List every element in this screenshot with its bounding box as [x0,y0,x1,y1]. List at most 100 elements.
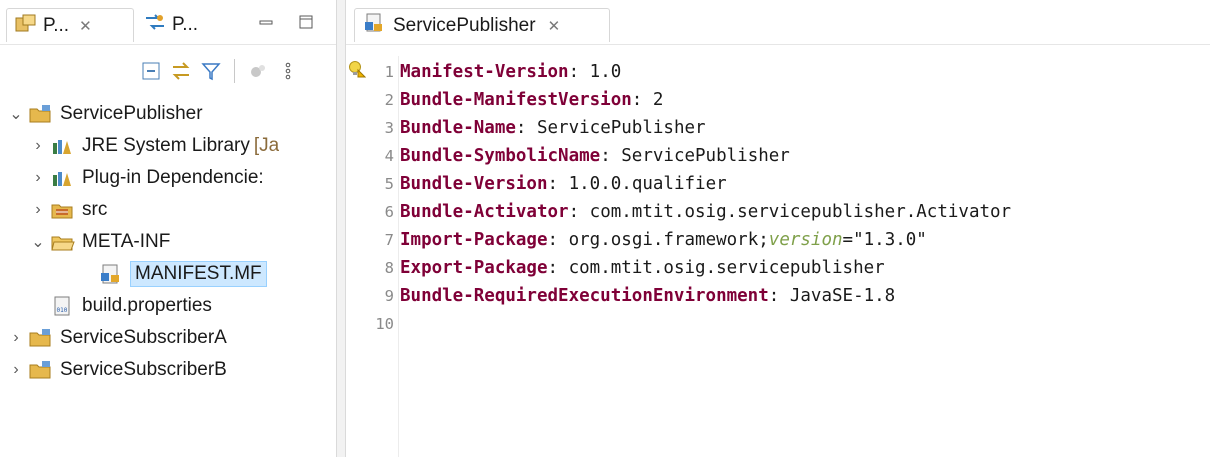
close-icon[interactable]: ✕ [548,17,561,35]
library-icon [50,135,76,157]
tree-item-decoration: [Ja [253,135,280,156]
code-line: 2 Bundle-ManifestVersion: 2 [368,88,1210,112]
minimize-icon[interactable] [256,14,276,34]
chevron-down-icon[interactable]: ⌄ [30,232,46,252]
chevron-right-icon[interactable]: › [8,329,24,347]
properties-file-icon: 010 [50,295,76,317]
code-line: 7 Import-Package: org.osgi.framework; vers… [368,228,1210,252]
manifest-key: Bundle-RequiredExecutionEnvironment [400,286,769,306]
line-number: 7 [384,231,394,249]
code-line: 9 Bundle-RequiredExecutionEnvironment: Ja… [368,284,1210,308]
maximize-icon[interactable] [296,14,316,34]
tree-item-label: src [82,199,108,220]
code-line: 10 [368,312,1210,336]
manifest-value: 1.0 [579,62,622,82]
tree-item-label: ServiceSubscriberB [60,359,227,380]
tree-item-plugin-dependencies[interactable]: › Plug-in Dependencie: [30,162,336,194]
tree-item-build-properties[interactable]: 010 build.properties [50,290,212,322]
team-sync-icon[interactable] [247,60,269,82]
editor-tab-bar: ServicePublisher ✕ [346,0,1210,45]
tab-plugins[interactable]: P... [136,8,240,42]
code-line: 5 Bundle-Version: 1.0.0.qualifier [368,172,1210,196]
manifest-colon: : [568,62,580,82]
manifest-colon: : [547,174,559,194]
line-number: 1 [384,63,394,81]
project-icon [28,327,54,349]
tree-item-label: ServicePublisher [60,103,203,124]
code-line: 6 Bundle-Activator: com.mtit.osig.service… [368,200,1210,224]
manifest-colon: : [768,286,780,306]
manifest-value: com.mtit.osig.servicepublisher.Activator [579,202,1012,222]
line-number: 9 [384,287,394,305]
tree-item-servicepublisher[interactable]: ⌄ ServicePublisher [8,98,203,130]
line-number: 5 [384,175,394,193]
manifest-colon: : [631,90,643,110]
manifest-value: 1.0.0.qualifier [558,174,727,194]
manifest-icon [98,263,124,285]
line-number: 2 [384,91,394,109]
warning-lightbulb-icon[interactable] [348,60,367,78]
tree-item-meta-inf[interactable]: ⌄ META-INF [30,226,170,258]
svg-text:010: 010 [57,307,68,314]
line-number: 4 [384,147,394,165]
filter-icon[interactable] [200,60,222,82]
tree-item-jre-system-library[interactable]: › JRE System Library [Ja [30,130,279,162]
chevron-right-icon[interactable]: › [8,361,24,379]
chevron-right-icon[interactable]: › [30,201,46,219]
code-line: 1 Manifest-Version: 1.0 [368,60,1210,84]
project-icon [28,359,54,381]
manifest-value: com.mtit.osig.servicepublisher [558,258,885,278]
code-line: 4 Bundle-SymbolicName: ServicePublisher [368,144,1210,168]
line-number: 6 [384,203,394,221]
tree-item-src[interactable]: › src [30,194,107,226]
tree-item-label: Plug-in Dependencie: [82,167,264,188]
link-with-editor-icon[interactable] [170,60,192,82]
tab-label: P... [172,14,199,35]
package-explorer-view: P... ✕ P... ⌄ ServicePublisher › JRE Sys… [0,0,336,457]
manifest-key: Manifest-Version [400,62,569,82]
chevron-right-icon[interactable]: › [30,169,46,187]
tree-item-servicesubscribera[interactable]: › ServiceSubscriberA [8,322,227,354]
manifest-key: Bundle-Version [400,174,548,194]
project-icon [28,103,54,125]
manifest-value: ServicePublisher [610,146,790,166]
toolbar-separator [234,59,235,83]
close-icon[interactable]: ✕ [79,17,92,35]
collapse-all-icon[interactable] [140,60,162,82]
tab-package-explorer[interactable]: P... ✕ [6,8,134,42]
manifest-value: ServicePublisher [526,118,706,138]
line-number: 3 [384,119,394,137]
manifest-attribute: version [768,230,843,250]
manifest-value: JavaSE-1.8 [779,286,896,306]
manifest-key: Bundle-ManifestVersion [400,90,632,110]
view-tab-bar: P... ✕ P... [0,0,336,45]
view-toolbar [140,56,299,86]
chevron-right-icon[interactable]: › [30,137,46,155]
tree-item-label: ServiceSubscriberA [60,327,227,348]
library-icon [50,167,76,189]
manifest-colon: : [547,230,559,250]
manifest-editor: ServicePublisher ✕ 1 Manifest-Version: 1.… [346,0,1210,457]
tab-label: P... [43,14,70,36]
tree-item-label: JRE System Library [82,135,250,156]
chevron-down-icon[interactable]: ⌄ [8,104,24,124]
tree-item-label: MANIFEST.MF [130,261,267,287]
package-explorer-icon [15,13,37,39]
eclipse-window: P... ✕ P... ⌄ ServicePublisher › JRE Sys… [0,0,1210,457]
tree-item-manifest-mf[interactable]: MANIFEST.MF [98,258,267,290]
view-splitter[interactable] [336,0,346,457]
line-number: 10 [375,315,394,333]
view-menu-icon[interactable] [277,60,299,82]
code-line: 3 Bundle-Name: ServicePublisher [368,116,1210,140]
manifest-key: Bundle-Activator [400,202,569,222]
manifest-colon: : [515,118,527,138]
manifest-key: Bundle-Name [400,118,516,138]
editor-tab-label: ServicePublisher [393,14,536,36]
folder-icon [50,231,76,253]
manifest-colon: : [568,202,580,222]
source-folder-icon [50,199,76,221]
tab-servicepublisher[interactable]: ServicePublisher ✕ [354,8,610,42]
manifest-icon [363,13,385,39]
tree-item-servicesubscriberb[interactable]: › ServiceSubscriberB [8,354,227,386]
manifest-value: org.osgi.framework; [558,230,769,250]
